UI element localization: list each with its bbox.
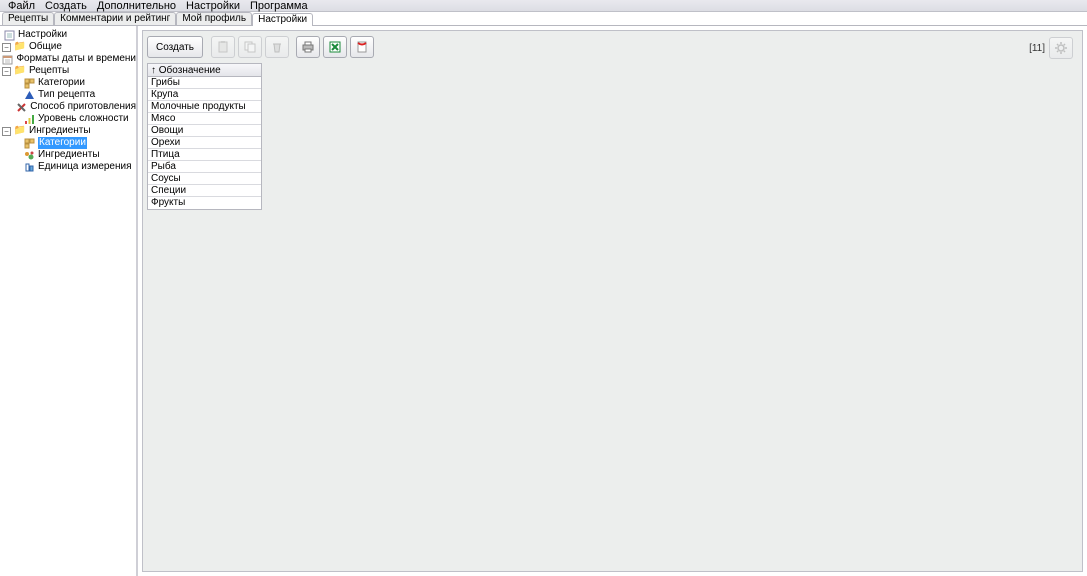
data-grid: ↑ Обозначение ГрибыКрупаМолочные продукт… [147,63,262,210]
tree-recipe-categories[interactable]: Категории [0,77,136,89]
tree-ingredients-label: Ингредиенты [29,125,91,137]
tab-bar: Рецепты Комментарии и рейтинг Мой профил… [0,12,1087,26]
menu-program[interactable]: Программа [245,0,313,11]
categories-icon [22,77,36,89]
folder-icon: 📁 [13,41,27,53]
tree-ingredient-list[interactable]: Ингредиенты [0,149,136,161]
tree-recipes[interactable]: − 📁 Рецепты [0,65,136,77]
menu-bar: Файл Создать Дополнительно Настройки Про… [0,0,1087,12]
calendar-icon [0,53,14,65]
table-row[interactable]: Мясо [148,113,261,125]
collapse-icon[interactable]: − [2,67,11,76]
level-icon [22,113,36,125]
grid-column-header[interactable]: ↑ Обозначение [148,64,261,77]
tab-profile[interactable]: Мой профиль [176,12,252,25]
tree-recipe-categories-label: Категории [38,77,85,89]
create-button[interactable]: Создать [147,36,203,58]
tools-icon [14,101,28,113]
tree-ingredient-categories[interactable]: Категории [0,137,136,149]
menu-extra[interactable]: Дополнительно [92,0,181,11]
tree-cooking-method-label: Способ приготовления [30,101,136,113]
menu-create[interactable]: Создать [40,0,92,11]
tree-recipe-type-label: Тип рецепта [38,89,95,101]
table-row[interactable]: Грибы [148,77,261,89]
table-row[interactable]: Фрукты [148,197,261,209]
table-row[interactable]: Рыба [148,161,261,173]
tree-ingredients[interactable]: − 📁 Ингредиенты [0,125,136,137]
tree-units-label: Единица измерения [38,161,132,173]
tree-recipe-type[interactable]: Тип рецепта [0,89,136,101]
settings-icon [2,29,16,41]
tree-difficulty[interactable]: Уровень сложности [0,113,136,125]
sort-indicator: ↑ [151,65,156,76]
tree-recipes-label: Рецепты [29,65,69,77]
ingredients-icon [22,149,36,161]
tree-root-label: Настройки [18,29,67,41]
folder-icon: 📁 [13,65,27,77]
table-row[interactable]: Специи [148,185,261,197]
paste-button[interactable] [211,36,235,58]
tree-cooking-method[interactable]: Способ приготовления [0,101,136,113]
collapse-icon[interactable]: − [2,127,11,136]
toolbar: Создать [147,35,1078,59]
tree-ingredient-categories-label: Категории [38,137,87,149]
tree-date-formats-label: Форматы даты и времени [16,53,136,65]
print-button[interactable] [296,36,320,58]
tree-view: Настройки − 📁 Общие Форматы даты и време… [0,26,138,576]
menu-settings[interactable]: Настройки [181,0,245,11]
table-row[interactable]: Овощи [148,125,261,137]
settings-gear-button[interactable] [1049,37,1073,59]
tree-ingredient-list-label: Ингредиенты [38,149,100,161]
row-counter: [11] [1029,43,1045,54]
categories-icon [22,137,36,149]
tree-units[interactable]: Единица измерения [0,161,136,173]
tree-general-label: Общие [29,41,62,53]
tree-difficulty-label: Уровень сложности [38,113,129,125]
table-row[interactable]: Соусы [148,173,261,185]
tree-date-formats[interactable]: Форматы даты и времени [0,53,136,65]
tree-root[interactable]: Настройки [0,29,136,41]
tree-general[interactable]: − 📁 Общие [0,41,136,53]
content-area: Создать [11] ↑ Обозначение ГрибыКру [138,26,1087,576]
table-row[interactable]: Крупа [148,89,261,101]
units-icon [22,161,36,173]
export-pdf-button[interactable] [350,36,374,58]
table-row[interactable]: Молочные продукты [148,101,261,113]
menu-file[interactable]: Файл [3,0,40,11]
collapse-icon[interactable]: − [2,43,11,52]
type-icon [22,89,36,101]
grid-header-label: Обозначение [159,65,221,76]
copy-button[interactable] [238,36,262,58]
table-row[interactable]: Птица [148,149,261,161]
tab-recipes[interactable]: Рецепты [2,12,54,25]
folder-icon: 📁 [13,125,27,137]
tab-comments[interactable]: Комментарии и рейтинг [54,12,176,25]
delete-button[interactable] [265,36,289,58]
table-row[interactable]: Орехи [148,137,261,149]
tab-settings[interactable]: Настройки [252,13,313,26]
export-excel-button[interactable] [323,36,347,58]
